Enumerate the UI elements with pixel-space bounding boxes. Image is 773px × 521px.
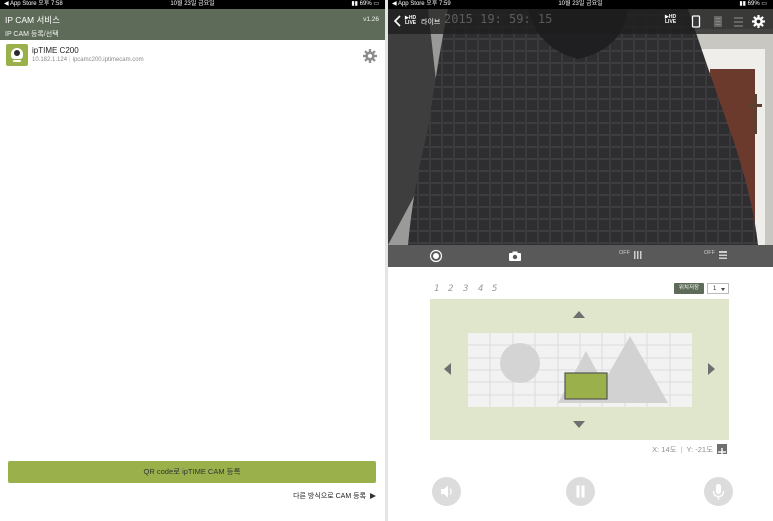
record-icon[interactable] [429, 249, 443, 263]
pan-right-arrow-icon[interactable] [708, 363, 715, 375]
camera-host: ipcamc200.iptimecam.com [72, 57, 144, 63]
off-label: OFF [704, 250, 715, 256]
gear-icon[interactable] [363, 49, 377, 63]
play-arrow-icon [370, 493, 376, 499]
camera-list-screen: ◀ App Store 오후 7:58 10월 23일 금요일 ▮▮ 69% ▭… [0, 0, 385, 521]
app-title: IP CAM 서비스 [5, 15, 60, 25]
ptz-position-map[interactable] [468, 333, 692, 407]
gear-icon[interactable] [752, 15, 765, 28]
battery-icon: ▭ [761, 1, 767, 7]
speaker-icon [441, 485, 452, 498]
preset-4[interactable]: 4 [478, 284, 483, 294]
phone-icon[interactable] [691, 15, 701, 28]
signal-icon: ▮▮ [739, 1, 746, 7]
hd-toggle-bottom: LIVE [665, 19, 677, 25]
status-date: 10월 23일 금요일 [170, 1, 215, 7]
screen-title: 라이브 [421, 19, 441, 26]
video-timestamp: 2015 19: 59: 15 [444, 12, 553, 26]
back-chevron-icon[interactable] [393, 15, 403, 27]
off-label: OFF [619, 250, 630, 256]
preset-1[interactable]: 1 [434, 284, 439, 294]
camera-ip: 10.182.1.124 [32, 57, 68, 63]
coord-x: X: 14도 [652, 445, 677, 454]
battery-percent: 69% [747, 1, 760, 7]
chevron-down-icon [721, 288, 725, 291]
preset-5[interactable]: 5 [492, 284, 497, 294]
storage-icon[interactable] [713, 15, 723, 28]
page-subtitle: IP CAM 등록/선택 [5, 31, 59, 38]
status-battery: ▮▮ 69% ▭ [739, 0, 767, 9]
ptz-coordinates: X: 14도 | Y: -21도 [652, 445, 714, 454]
status-bar: ◀ App Store 오후 7:58 10월 23일 금요일 ▮▮ 69% ▭ [0, 0, 385, 9]
coord-y: Y: -21도 [686, 445, 714, 454]
preset-3[interactable]: 3 [463, 284, 468, 294]
live-video-feed[interactable] [388, 9, 773, 245]
hd-live-toggle[interactable]: ▶HD LIVE [665, 15, 676, 25]
live-badge: LIVE [405, 20, 417, 26]
preset-row: 1 2 3 4 5 위치저장 1 [388, 283, 773, 297]
live-toolbar: ▶HD LIVE 라이브 2015 19: 59: 15 ▶HD LIVE [388, 9, 773, 34]
pan-left-arrow-icon[interactable] [444, 363, 451, 375]
microphone-icon [712, 484, 725, 500]
recenter-icon[interactable] [717, 444, 727, 456]
other-register-label: 다른 방식으로 CAM 등록 [293, 493, 366, 500]
status-bar: ◀ App Store 오후 7:59 10월 23일 금요일 ▮▮ 69% ▭ [388, 0, 773, 9]
save-position-button[interactable]: 위치저장 [674, 283, 704, 294]
camera-name: ipTIME C200 [32, 46, 79, 55]
pan-down-arrow-icon[interactable] [573, 421, 585, 428]
battery-icon: ▭ [373, 1, 379, 7]
mic-level-icon [634, 251, 642, 259]
camera-list-item[interactable]: ipTIME C200 10.182.1.124 | ipcamc200.iptim… [0, 40, 385, 70]
qr-register-button[interactable]: QR code로 ipTIME CAM 등록 [8, 461, 376, 483]
speaker-level-icon [719, 251, 727, 259]
app-version: v1.26 [363, 16, 379, 23]
hd-live-icon: ▶HD LIVE [405, 16, 416, 26]
speaker-off-toggle[interactable]: OFF [704, 245, 734, 267]
camera-snapshot-icon[interactable] [508, 249, 522, 263]
video-control-bar: OFF OFF [388, 245, 773, 267]
battery-percent: 69% [359, 1, 372, 7]
speaker-button[interactable] [432, 477, 461, 506]
status-date: 10월 23일 금요일 [558, 1, 603, 7]
signal-icon: ▮▮ [351, 1, 358, 7]
preset-select[interactable]: 1 [707, 283, 729, 294]
preset-select-value: 1 [713, 286, 717, 292]
microphone-button[interactable] [704, 477, 733, 506]
pause-icon [576, 485, 585, 498]
preset-2[interactable]: 2 [448, 284, 453, 294]
live-view-screen: ◀ App Store 오후 7:59 10월 23일 금요일 ▮▮ 69% ▭ [388, 0, 773, 521]
other-register-link[interactable]: 다른 방식으로 CAM 등록 [293, 491, 376, 501]
ptz-control-pad[interactable] [430, 299, 729, 440]
list-icon[interactable] [733, 15, 744, 28]
pan-up-arrow-icon[interactable] [573, 311, 585, 318]
status-battery: ▮▮ 69% ▭ [351, 0, 379, 9]
pause-button[interactable] [566, 477, 595, 506]
mic-off-toggle[interactable]: OFF [619, 245, 649, 267]
video-frame-image [388, 9, 773, 245]
app-header: IP CAM 서비스 IP CAM 등록/선택 v1.26 [0, 9, 385, 40]
camera-thumbnail-icon [6, 44, 28, 66]
camera-address: 10.182.1.124 | ipcamc200.iptimecam.com [32, 57, 144, 63]
